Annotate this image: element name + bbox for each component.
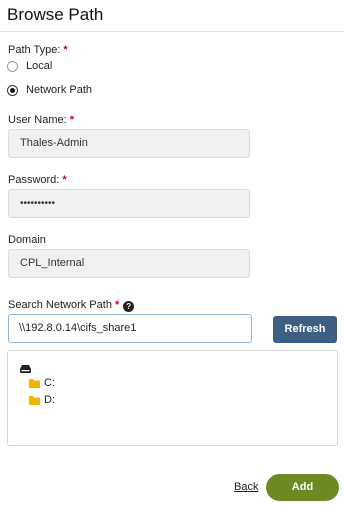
radio-network-path-label: Network Path — [26, 84, 93, 96]
tree-item-label: C: — [44, 377, 55, 389]
user-name-field[interactable]: Thales-Admin — [8, 129, 250, 158]
search-network-path-label-text: Search Network Path — [8, 299, 112, 311]
tree-item-c[interactable]: C: — [29, 377, 55, 389]
radio-network-path-circle[interactable] — [7, 84, 18, 96]
back-link[interactable]: Back — [234, 481, 258, 493]
search-network-path-label: Search Network Path *? — [8, 299, 135, 312]
search-network-path-input[interactable]: \\192.8.0.14\cifs_share1 — [8, 314, 252, 343]
refresh-button[interactable]: Refresh — [273, 316, 337, 343]
domain-field[interactable]: CPL_Internal — [8, 249, 250, 278]
dialog-title: Browse Path — [7, 5, 104, 24]
path-type-label: Path Type: * — [8, 44, 68, 56]
password-label: Password: * — [8, 174, 67, 186]
required-mark: * — [69, 114, 74, 126]
user-name-label-text: User Name: — [8, 114, 67, 126]
required-mark: * — [63, 44, 68, 56]
help-icon[interactable]: ? — [123, 301, 135, 312]
network-path-tree: C: D: — [7, 350, 338, 446]
path-type-label-text: Path Type: — [8, 44, 61, 56]
password-field[interactable]: •••••••••• — [8, 189, 250, 218]
folder-icon — [29, 378, 40, 388]
dialog-header: Browse Path — [0, 0, 344, 32]
required-mark: * — [114, 299, 120, 311]
radio-local-label: Local — [26, 60, 53, 72]
domain-label: Domain — [8, 234, 46, 246]
browse-path-dialog: Browse Path Path Type: * Local Network Pa… — [0, 0, 344, 505]
tree-item-label: D: — [44, 394, 55, 406]
radio-local-circle[interactable] — [7, 60, 18, 72]
tree-item-d[interactable]: D: — [29, 394, 55, 406]
user-name-label: User Name: * — [8, 114, 74, 126]
radio-local[interactable]: Local — [7, 59, 52, 73]
password-label-text: Password: — [8, 174, 60, 186]
add-button[interactable]: Add — [266, 474, 339, 501]
radio-network-path[interactable]: Network Path — [7, 83, 92, 97]
folder-icon — [29, 395, 40, 405]
required-mark: * — [62, 174, 67, 186]
drive-icon[interactable] — [20, 365, 31, 373]
